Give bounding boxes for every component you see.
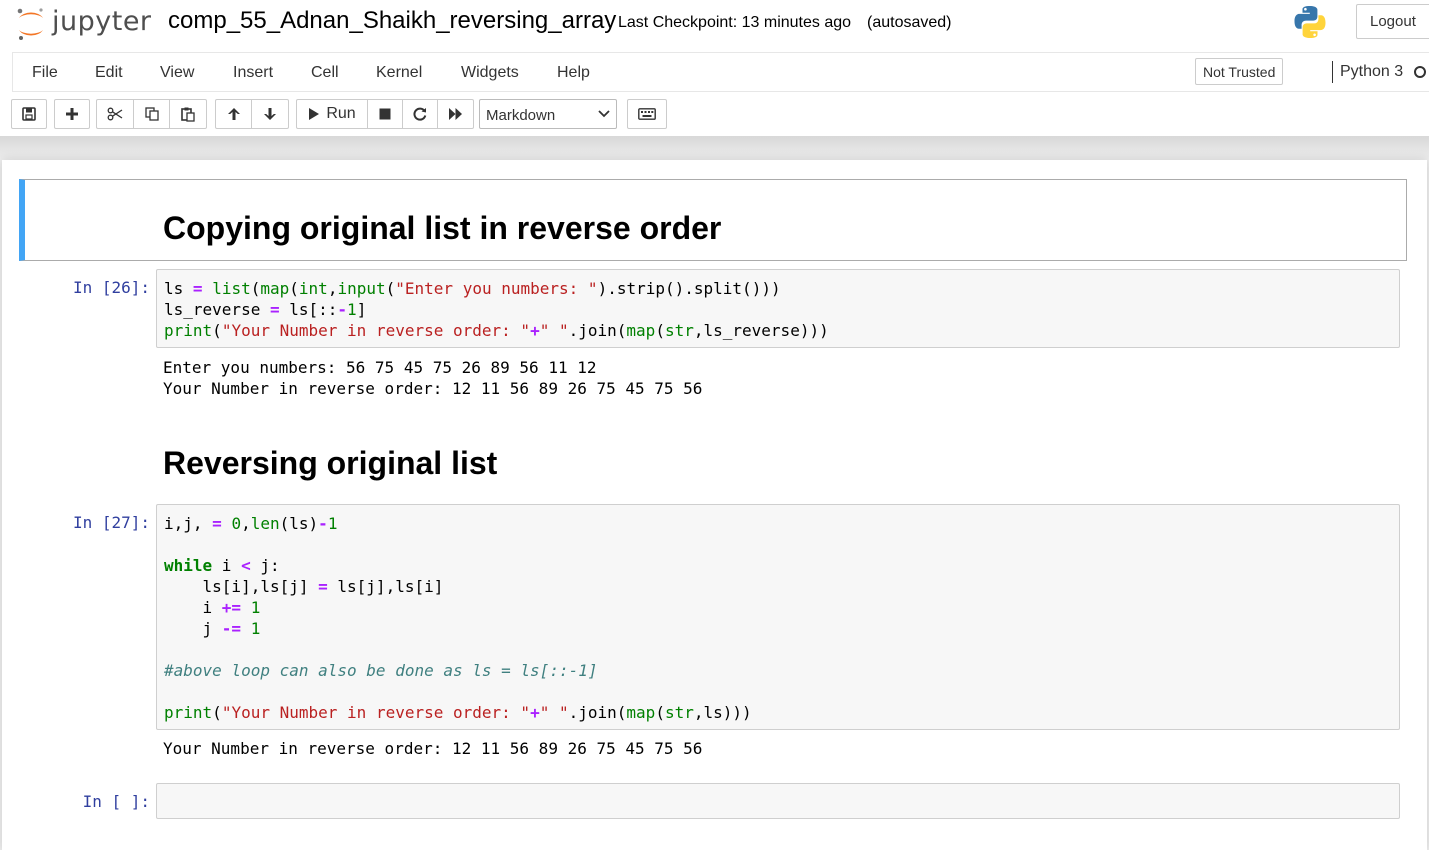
cell-type-value: Markdown bbox=[486, 107, 556, 124]
cut-button[interactable] bbox=[96, 99, 134, 129]
logout-button[interactable]: Logout bbox=[1356, 4, 1429, 39]
jupyter-logo-icon bbox=[17, 8, 43, 40]
kernel-separator bbox=[1332, 61, 1333, 83]
header-shadow bbox=[0, 136, 1429, 160]
cell-output-27: Your Number in reverse order: 12 11 56 8… bbox=[163, 738, 702, 759]
jupyter-logo-text: jupyter bbox=[52, 6, 152, 37]
notebook-container: Copying original list in reverse order I… bbox=[2, 160, 1427, 850]
stop-icon bbox=[379, 108, 391, 120]
play-icon bbox=[309, 108, 320, 120]
save-button[interactable] bbox=[11, 99, 47, 129]
menu-edit[interactable]: Edit bbox=[95, 64, 123, 82]
menu-file[interactable]: File bbox=[32, 64, 58, 82]
restart-kernel-button[interactable] bbox=[402, 99, 438, 129]
menu-kernel[interactable]: Kernel bbox=[376, 64, 422, 82]
notebook-name[interactable]: comp_55_Adnan_Shaikh_reversing_array bbox=[168, 7, 616, 35]
move-down-button[interactable] bbox=[251, 99, 289, 129]
input-prompt-27: In [27]: bbox=[72, 513, 150, 532]
heading-reversing-original: Reversing original list bbox=[163, 445, 498, 481]
cell-type-select[interactable]: Markdown bbox=[479, 99, 617, 129]
heading-copying-reverse: Copying original list in reverse order bbox=[163, 210, 722, 246]
checkpoint-status: Last Checkpoint: 13 minutes ago bbox=[618, 14, 852, 31]
jupyter-logo[interactable]: jupyter bbox=[14, 4, 154, 44]
copy-icon bbox=[144, 107, 159, 121]
output-line: Your Number in reverse order: 12 11 56 8… bbox=[163, 379, 703, 398]
toolbar: Run Markdown bbox=[0, 93, 1429, 136]
kernel-idle-indicator-icon bbox=[1414, 66, 1426, 78]
autosave-status: (autosaved) bbox=[867, 14, 952, 31]
arrow-down-icon bbox=[264, 108, 276, 120]
code-editor-26[interactable]: ls = list(map(int,input("Enter you numbe… bbox=[164, 278, 829, 341]
paste-icon bbox=[181, 107, 195, 122]
keyboard-icon bbox=[638, 108, 656, 120]
fast-forward-icon bbox=[449, 108, 462, 120]
paste-button[interactable] bbox=[169, 99, 207, 129]
command-palette-button[interactable] bbox=[627, 99, 667, 129]
run-label: Run bbox=[326, 105, 356, 122]
move-up-button[interactable] bbox=[215, 99, 252, 129]
restart-icon bbox=[413, 107, 427, 121]
code-editor-27[interactable]: i,j, = 0,len(ls)-1 while i < j: ls[i],ls… bbox=[164, 513, 752, 723]
menu-help[interactable]: Help bbox=[557, 64, 590, 82]
menu-view[interactable]: View bbox=[160, 64, 194, 82]
code-cell-input-empty[interactable] bbox=[156, 783, 1400, 819]
chevron-down-icon bbox=[598, 110, 610, 118]
menubar: File Edit View Insert Cell Kernel Widget… bbox=[0, 52, 1429, 93]
code-cell-input-27[interactable]: i,j, = 0,len(ls)-1 while i < j: ls[i],ls… bbox=[156, 504, 1400, 730]
menu-insert[interactable]: Insert bbox=[233, 64, 273, 82]
plus-icon bbox=[66, 108, 78, 120]
header: jupyter comp_55_Adnan_Shaikh_reversing_a… bbox=[0, 0, 1429, 52]
menu-cell[interactable]: Cell bbox=[311, 64, 339, 82]
run-button[interactable]: Run bbox=[296, 99, 368, 129]
input-prompt-empty: In [ ]: bbox=[82, 792, 150, 811]
python-logo-icon bbox=[1294, 6, 1326, 39]
insert-cell-button[interactable] bbox=[54, 99, 90, 129]
interrupt-kernel-button[interactable] bbox=[367, 99, 403, 129]
arrow-up-icon bbox=[227, 108, 240, 120]
output-line: Enter you numbers: 56 75 45 75 26 89 56 … bbox=[163, 358, 597, 377]
scissors-icon bbox=[107, 107, 123, 121]
not-trusted-button[interactable]: Not Trusted bbox=[1195, 58, 1284, 85]
output-line: Your Number in reverse order: 12 11 56 8… bbox=[163, 739, 703, 758]
save-icon bbox=[22, 107, 36, 121]
menu-widgets[interactable]: Widgets bbox=[461, 64, 519, 82]
input-prompt-26: In [26]: bbox=[72, 278, 150, 297]
restart-run-all-button[interactable] bbox=[437, 99, 474, 129]
code-cell-input-26[interactable]: ls = list(map(int,input("Enter you numbe… bbox=[156, 269, 1400, 348]
kernel-name: Python 3 bbox=[1340, 63, 1404, 80]
cell-output-26: Enter you numbers: 56 75 45 75 26 89 56 … bbox=[163, 357, 702, 399]
copy-button[interactable] bbox=[133, 99, 170, 129]
